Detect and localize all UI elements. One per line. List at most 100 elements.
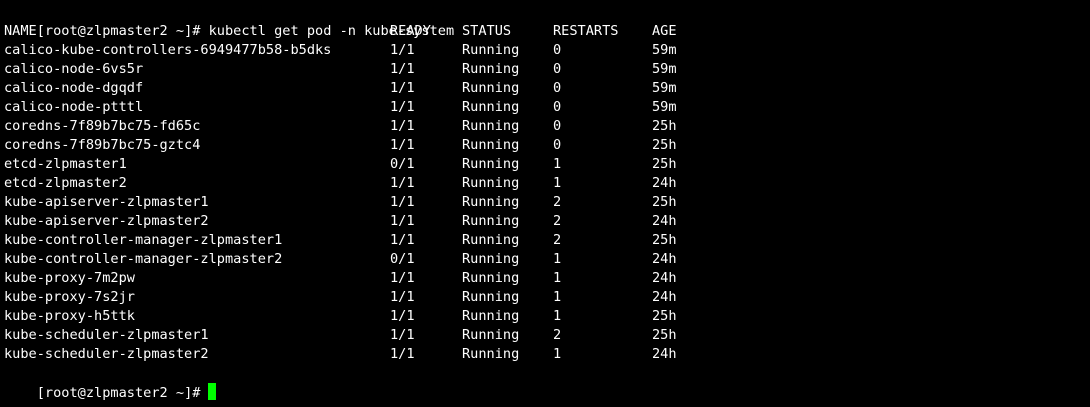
pod-name: calico-node-ptttl bbox=[4, 99, 144, 115]
pod-status: Running bbox=[462, 213, 520, 229]
terminal-cursor bbox=[208, 383, 217, 400]
final-prompt-line[interactable]: [root@zlpmaster2 ~]# bbox=[4, 364, 217, 401]
pod-ready: 1/1 bbox=[390, 61, 415, 77]
pod-ready: 1/1 bbox=[390, 270, 415, 286]
pod-name: coredns-7f89b7bc75-gztc4 bbox=[4, 137, 201, 153]
pod-ready: 1/1 bbox=[390, 289, 415, 305]
pod-ready: 1/1 bbox=[390, 213, 415, 229]
pod-name: kube-proxy-h5ttk bbox=[4, 308, 135, 324]
pod-restarts: 2 bbox=[553, 327, 562, 343]
header-age: AGE bbox=[652, 23, 677, 39]
table-row: calico-kube-controllers-6949477b58-b5dks… bbox=[4, 41, 1084, 60]
pod-status: Running bbox=[462, 289, 520, 305]
header-name: NAME bbox=[4, 23, 37, 39]
pod-age: 25h bbox=[652, 118, 677, 134]
pod-age: 25h bbox=[652, 327, 677, 343]
pod-status: Running bbox=[462, 232, 520, 248]
header-ready: READY bbox=[390, 23, 431, 39]
pod-restarts: 2 bbox=[553, 213, 562, 229]
pod-name: calico-kube-controllers-6949477b58-b5dks bbox=[4, 42, 332, 58]
table-row: kube-scheduler-zlpmaster1 1/1 Running 2 25h bbox=[4, 326, 1084, 345]
pod-age: 59m bbox=[652, 99, 677, 115]
pod-name: kube-scheduler-zlpmaster1 bbox=[4, 327, 209, 343]
pod-age: 25h bbox=[652, 156, 677, 172]
pod-name: kube-proxy-7m2pw bbox=[4, 270, 135, 286]
final-prompt: [root@zlpmaster2 ~]# bbox=[36, 385, 201, 401]
pod-restarts: 1 bbox=[553, 308, 562, 324]
table-row: calico-node-6vs5r 1/1 Running 0 59m bbox=[4, 60, 1084, 79]
pod-ready: 1/1 bbox=[390, 308, 415, 324]
table-row: kube-apiserver-zlpmaster1 1/1 Running 2 25h bbox=[4, 193, 1084, 212]
pod-restarts: 0 bbox=[553, 99, 562, 115]
table-row: kube-scheduler-zlpmaster2 1/1 Running 1 24h bbox=[4, 345, 1084, 364]
header-restarts: RESTARTS bbox=[553, 23, 619, 39]
table-header-row: NAME READY STATUS RESTARTS AGE bbox=[4, 22, 1084, 41]
table-row: kube-proxy-7s2jr 1/1 Running 1 24h bbox=[4, 288, 1084, 307]
pod-ready: 1/1 bbox=[390, 118, 415, 134]
table-row: calico-node-dgqdf 1/1 Running 0 59m bbox=[4, 79, 1084, 98]
pod-ready: 1/1 bbox=[390, 327, 415, 343]
pod-restarts: 0 bbox=[553, 137, 562, 153]
pod-name: etcd-zlpmaster1 bbox=[4, 156, 127, 172]
pod-ready: 1/1 bbox=[390, 137, 415, 153]
pod-age: 59m bbox=[652, 80, 677, 96]
pod-status: Running bbox=[462, 308, 520, 324]
pod-age: 59m bbox=[652, 61, 677, 77]
pod-restarts: 1 bbox=[553, 156, 562, 172]
pod-age: 25h bbox=[652, 137, 677, 153]
table-row: kube-apiserver-zlpmaster2 1/1 Running 2 24h bbox=[4, 212, 1084, 231]
table-row: calico-node-ptttl 1/1 Running 0 59m bbox=[4, 98, 1084, 117]
pod-ready: 1/1 bbox=[390, 99, 415, 115]
pod-name: coredns-7f89b7bc75-fd65c bbox=[4, 118, 201, 134]
pod-restarts: 1 bbox=[553, 346, 562, 362]
pod-status: Running bbox=[462, 251, 520, 267]
pod-name: kube-controller-manager-zlpmaster2 bbox=[4, 251, 283, 267]
table-row: etcd-zlpmaster1 0/1 Running 1 25h bbox=[4, 155, 1084, 174]
pod-age: 24h bbox=[652, 346, 677, 362]
pod-status: Running bbox=[462, 346, 520, 362]
pod-restarts: 2 bbox=[553, 194, 562, 210]
table-row: coredns-7f89b7bc75-gztc4 1/1 Running 0 25h bbox=[4, 136, 1084, 155]
table-row: etcd-zlpmaster2 1/1 Running 1 24h bbox=[4, 174, 1084, 193]
pod-name: etcd-zlpmaster2 bbox=[4, 175, 127, 191]
pod-name: kube-apiserver-zlpmaster1 bbox=[4, 194, 209, 210]
table-row: kube-controller-manager-zlpmaster1 1/1 Run… bbox=[4, 231, 1084, 250]
pod-age: 25h bbox=[652, 232, 677, 248]
pod-restarts: 0 bbox=[553, 80, 562, 96]
table-row: kube-proxy-h5ttk 1/1 Running 1 25h bbox=[4, 307, 1084, 326]
pod-restarts: 1 bbox=[553, 289, 562, 305]
pod-ready: 1/1 bbox=[390, 232, 415, 248]
pod-age: 24h bbox=[652, 251, 677, 267]
pod-restarts: 1 bbox=[553, 251, 562, 267]
pod-status: Running bbox=[462, 194, 520, 210]
pod-restarts: 0 bbox=[553, 42, 562, 58]
command-line: [root@zlpmaster2 ~]# kubectl get pod -n … bbox=[4, 3, 454, 39]
pod-name: calico-node-6vs5r bbox=[4, 61, 144, 77]
pod-ready: 0/1 bbox=[390, 156, 415, 172]
pod-name: kube-scheduler-zlpmaster2 bbox=[4, 346, 209, 362]
pod-age: 24h bbox=[652, 289, 677, 305]
terminal-window[interactable]: [root@zlpmaster2 ~]# kubectl get pod -n … bbox=[0, 0, 1090, 407]
pod-age: 24h bbox=[652, 213, 677, 229]
header-status: STATUS bbox=[462, 23, 512, 39]
pod-status: Running bbox=[462, 327, 520, 343]
pod-status: Running bbox=[462, 42, 520, 58]
pod-status: Running bbox=[462, 118, 520, 134]
pod-age: 24h bbox=[652, 270, 677, 286]
pod-ready: 1/1 bbox=[390, 175, 415, 191]
pod-status: Running bbox=[462, 270, 520, 286]
pod-restarts: 1 bbox=[553, 270, 562, 286]
pod-status: Running bbox=[462, 99, 520, 115]
table-row: coredns-7f89b7bc75-fd65c 1/1 Running 0 25h bbox=[4, 117, 1084, 136]
pod-restarts: 0 bbox=[553, 61, 562, 77]
pod-ready: 1/1 bbox=[390, 194, 415, 210]
pod-restarts: 1 bbox=[553, 175, 562, 191]
pod-name: kube-controller-manager-zlpmaster1 bbox=[4, 232, 283, 248]
pod-ready: 1/1 bbox=[390, 42, 415, 58]
pod-status: Running bbox=[462, 61, 520, 77]
pod-age: 24h bbox=[652, 175, 677, 191]
pod-restarts: 2 bbox=[553, 232, 562, 248]
pod-ready: 0/1 bbox=[390, 251, 415, 267]
pod-restarts: 0 bbox=[553, 118, 562, 134]
table-row: kube-proxy-7m2pw 1/1 Running 1 24h bbox=[4, 269, 1084, 288]
